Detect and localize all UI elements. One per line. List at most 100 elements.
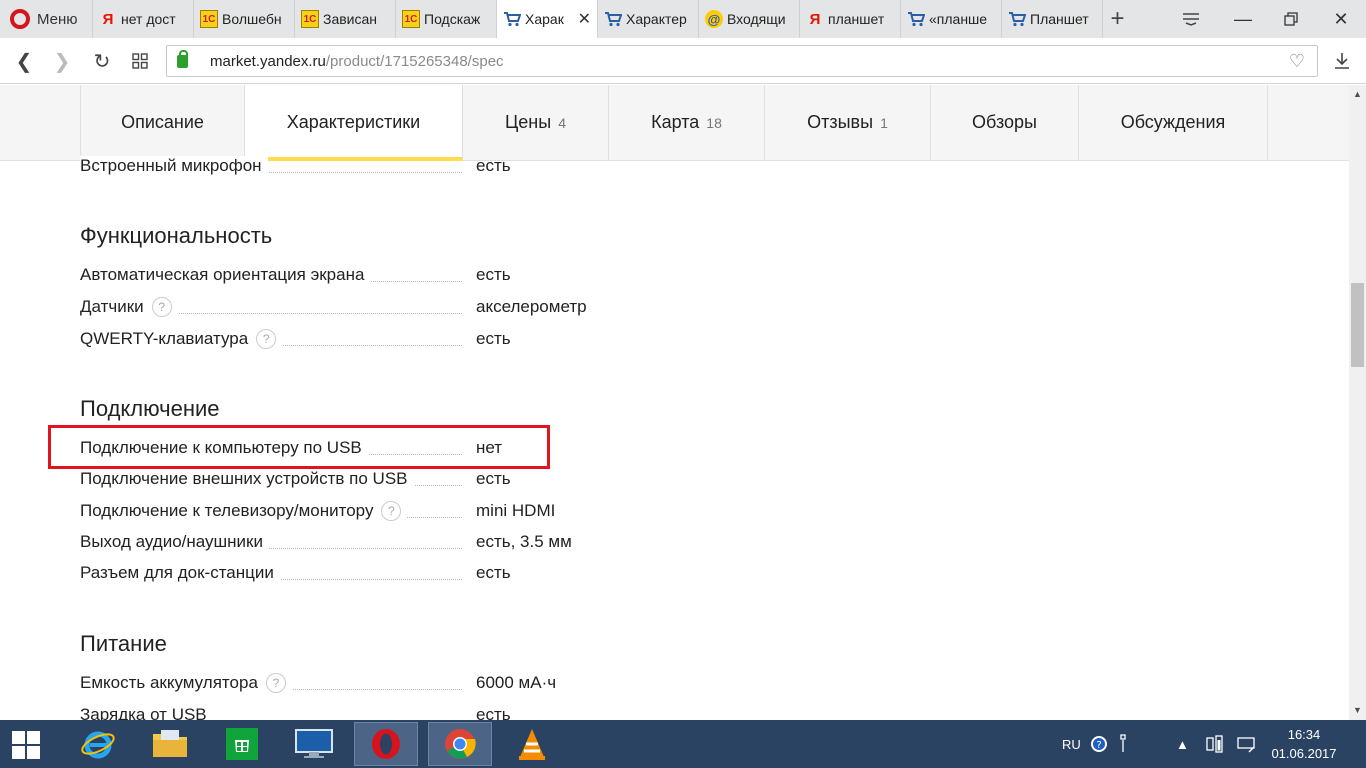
spec-value: есть — [476, 563, 511, 582]
spec-name-text: QWERTY-клавиатура — [80, 329, 249, 348]
tab-specifications[interactable]: Характеристики — [244, 85, 462, 161]
url-path: /product/1715265348/spec — [325, 52, 504, 70]
forward-arrow-icon[interactable]: ❯ — [48, 47, 76, 75]
browser-tab-active[interactable]: Харак ✕ — [496, 0, 597, 38]
opera-taskbar-icon[interactable] — [354, 722, 418, 766]
browser-tab-title: нет дост — [121, 11, 176, 27]
browser-tab[interactable]: Характер — [597, 0, 698, 38]
spec-name: Выход аудио/наушники — [80, 532, 269, 552]
spec-value: акселерометр — [476, 297, 587, 316]
red-highlight-annotation — [48, 425, 550, 469]
language-indicator[interactable]: RU — [1062, 720, 1081, 768]
menu-label: Меню — [37, 10, 78, 28]
network-icon[interactable] — [1236, 720, 1256, 768]
file-explorer-icon[interactable] — [138, 722, 202, 766]
spec-row: Встроенный микрофон есть — [80, 156, 680, 180]
spec-value: есть, 3.5 мм — [476, 532, 572, 551]
browser-tab-bar: Меню Я нет дост 1С Волшебн 1С Зависан 1С… — [0, 0, 1366, 38]
browser-tab-title: Входящи — [727, 11, 786, 27]
spec-name: Датчики? — [80, 297, 178, 317]
spec-row: Емкость аккумулятора? 6000 мА·ч — [80, 673, 680, 697]
tab-discussions[interactable]: Обсуждения — [1078, 85, 1268, 160]
tab-prices[interactable]: Цены 4 — [462, 85, 608, 160]
scrollbar-thumb[interactable] — [1351, 283, 1364, 367]
chrome-taskbar-icon[interactable] — [428, 722, 492, 766]
opera-menu-button[interactable]: Меню — [0, 0, 92, 38]
spec-value: есть — [476, 329, 511, 348]
spec-row: Подключение к телевизору/монитору? mini … — [80, 501, 680, 525]
spec-row: Разъем для док-станции есть — [80, 563, 680, 587]
windows-store-icon[interactable] — [210, 722, 274, 766]
reload-icon[interactable]: ↻ — [88, 47, 116, 75]
show-hidden-icons-icon[interactable]: ▲ — [1176, 720, 1189, 768]
spec-name-text: Автоматическая ориентация экрана — [80, 265, 365, 284]
mail-icon: @ — [705, 10, 723, 28]
spec-name-text: Подключение к телевизору/монитору — [80, 501, 374, 520]
browser-tab[interactable]: 1С Подскаж — [395, 0, 496, 38]
tab-label: Карта — [651, 112, 700, 132]
browser-tab[interactable]: @ Входящи — [698, 0, 799, 38]
battery-icon[interactable] — [1206, 720, 1224, 768]
yandex-icon: Я — [102, 10, 114, 28]
browser-tab-title: Харак — [525, 11, 564, 27]
browser-tab[interactable]: 1С Зависан — [294, 0, 395, 38]
market-cart-icon — [907, 10, 925, 28]
spec-name: Подключение к телевизору/монитору? — [80, 501, 408, 521]
spec-name-text: Выход аудио/наушники — [80, 532, 263, 551]
help-tray-icon[interactable]: ? — [1090, 720, 1108, 768]
spec-name: Емкость аккумулятора? — [80, 673, 292, 693]
page-scrollbar[interactable]: ▲ ▼ — [1349, 85, 1366, 720]
spec-name: QWERTY-клавиатура? — [80, 329, 283, 349]
browser-tab[interactable]: Я планшет — [799, 0, 900, 38]
section-title-connection: Подключение — [80, 396, 220, 421]
restore-icon[interactable] — [1266, 0, 1316, 38]
pen-tray-icon[interactable] — [1118, 720, 1128, 768]
spec-row: Датчики? акселерометр — [80, 297, 680, 321]
page-viewport: Описание Характеристики Цены 4 Карта 18 От… — [0, 85, 1349, 720]
tab-articles[interactable]: Обзоры — [930, 85, 1078, 160]
speed-dial-grid-icon[interactable] — [126, 47, 154, 75]
address-bar: ❮ ❯ ↻ market.yandex.ru/product/171526534… — [0, 38, 1366, 84]
desktop-app-icon[interactable] — [282, 722, 346, 766]
tab-count: 4 — [558, 114, 566, 131]
url-field[interactable]: market.yandex.ru/product/1715265348/spec… — [166, 45, 1318, 77]
vlc-taskbar-icon[interactable] — [500, 722, 564, 766]
help-question-icon[interactable]: ? — [151, 297, 172, 317]
scroll-down-arrow-icon[interactable]: ▼ — [1353, 705, 1362, 715]
tab-reviews[interactable]: Отзывы 1 — [764, 85, 930, 160]
section-title-functionality: Функциональность — [80, 223, 273, 248]
url-host: market.yandex.ru — [210, 52, 326, 70]
download-icon[interactable] — [1328, 47, 1356, 75]
browser-tab[interactable]: 1С Волшебн — [193, 0, 294, 38]
minimize-icon[interactable]: — — [1218, 0, 1268, 38]
bookmark-heart-icon[interactable]: ♡ — [1289, 51, 1305, 72]
system-clock[interactable]: 16:34 01.06.2017 — [1268, 725, 1340, 763]
windows-start-icon[interactable] — [12, 731, 40, 759]
spec-value: mini HDMI — [476, 501, 556, 520]
browser-tab[interactable]: Планшет — [1001, 0, 1102, 38]
close-window-icon[interactable]: ✕ — [1316, 0, 1366, 38]
spec-row: QWERTY-клавиатура? есть — [80, 329, 680, 353]
help-question-icon[interactable]: ? — [381, 501, 402, 521]
browser-tab[interactable]: Я нет дост — [92, 0, 193, 38]
scroll-up-arrow-icon[interactable]: ▲ — [1353, 89, 1362, 99]
internet-explorer-icon[interactable] — [66, 722, 130, 766]
product-tabs-nav: Описание Характеристики Цены 4 Карта 18 От… — [0, 85, 1349, 161]
market-cart-icon — [1008, 10, 1026, 28]
secure-lock-icon — [177, 49, 188, 68]
spec-row: Автоматическая ориентация экрана есть — [80, 265, 680, 289]
spec-value: 6000 мА·ч — [476, 673, 557, 692]
help-question-icon[interactable]: ? — [256, 329, 277, 349]
spec-name-text: Емкость аккумулятора — [80, 673, 258, 692]
help-question-icon[interactable]: ? — [265, 673, 286, 693]
close-tab-icon[interactable]: ✕ — [578, 9, 591, 29]
browser-tab[interactable]: «планше — [900, 0, 1001, 38]
new-tab-plus-icon[interactable]: + — [1102, 0, 1132, 38]
spec-name: Зарядка от USB — [80, 705, 213, 720]
tab-description[interactable]: Описание — [80, 85, 244, 160]
back-arrow-icon[interactable]: ❮ — [10, 47, 38, 75]
windows-taskbar: RU ? ▲ 16:34 01.06.2017 — [0, 720, 1366, 768]
spec-name: Встроенный микрофон — [80, 156, 268, 176]
tab-map[interactable]: Карта 18 — [608, 85, 764, 160]
tab-menu-icon[interactable] — [1166, 0, 1216, 38]
